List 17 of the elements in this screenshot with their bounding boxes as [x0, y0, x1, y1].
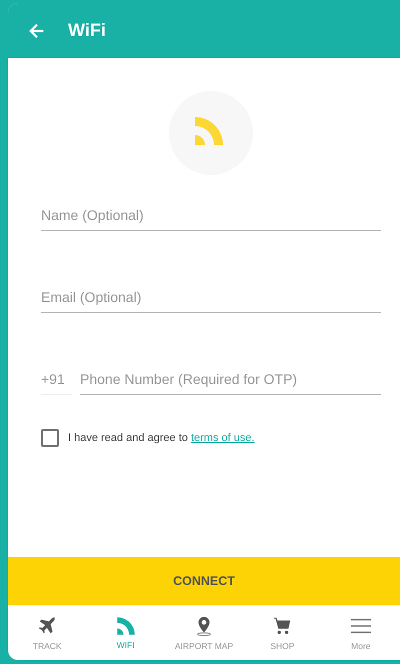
wifi-icon: [193, 115, 225, 147]
country-code[interactable]: +91: [41, 365, 72, 395]
nav-tab[interactable]: WIFI: [86, 606, 165, 660]
text-field[interactable]: Name (Optional): [41, 201, 381, 231]
screen-title: WiFi: [68, 20, 106, 41]
back-arrow-icon[interactable]: [28, 22, 46, 40]
connect-button[interactable]: CONNECT: [8, 557, 400, 605]
nav-tab[interactable]: More: [322, 606, 400, 660]
terms-link[interactable]: terms of use.: [190, 432, 255, 444]
agreement-text: I have read and agree to terms of use.: [68, 432, 255, 444]
nav-tab[interactable]: TRACK: [8, 606, 86, 660]
phone-field[interactable]: Phone Number (Required for OTP): [80, 365, 381, 395]
nav-tab[interactable]: AIRPORT MAP: [164, 606, 244, 660]
agree-checkbox[interactable]: [41, 429, 59, 447]
wifi-icon: [116, 616, 136, 636]
nav-tab[interactable]: SHOP: [243, 606, 322, 660]
text-field[interactable]: Email (Optional): [41, 283, 381, 313]
